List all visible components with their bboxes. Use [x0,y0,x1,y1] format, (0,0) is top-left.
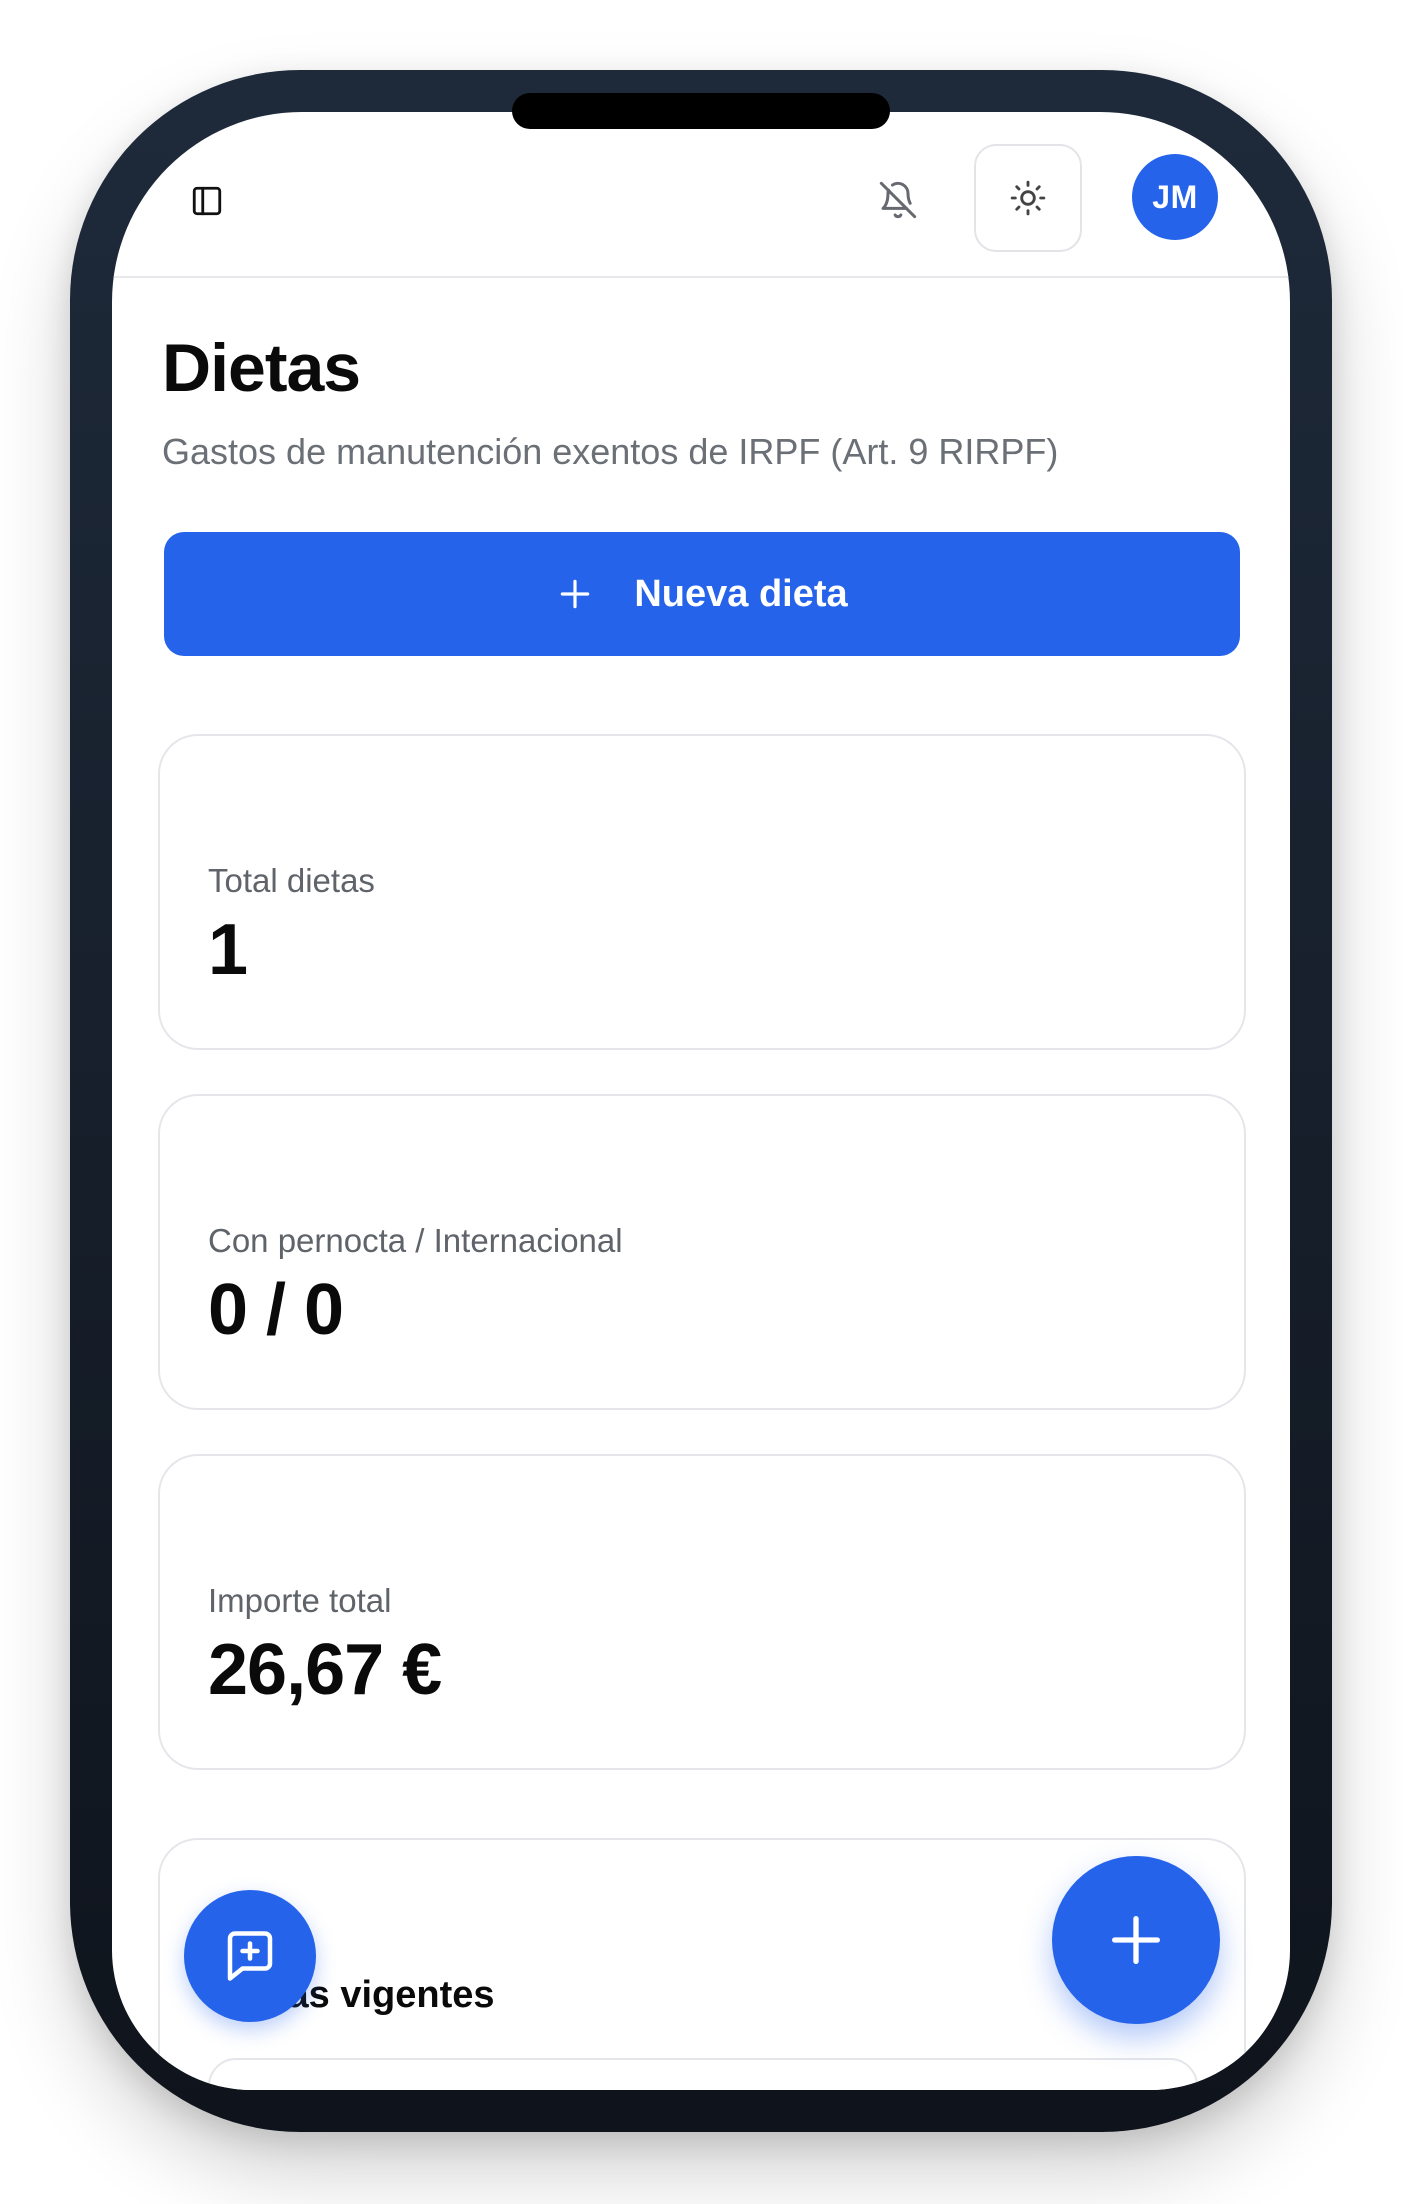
stat-value: 0 / 0 [208,1270,344,1350]
stat-card-importe: Importe total 26,67 € [158,1454,1246,1770]
message-plus-icon [227,1931,273,1981]
sidebar-toggle-icon [192,186,222,216]
phone-notch [512,93,890,129]
feedback-button[interactable] [184,1890,316,2022]
top-bar: JM [112,112,1290,278]
page-subtitle: Gastos de manutención exentos de IRPF (A… [162,431,1059,472]
stat-card-total: Total dietas 1 [158,734,1246,1050]
sidebar-toggle-button[interactable] [182,176,232,226]
app-screen: JM Dietas Gastos de manutención exentos … [112,112,1290,2090]
stat-label: Con pernocta / Internacional [208,1222,623,1259]
notifications-button[interactable] [870,172,926,228]
stat-label: Total dietas [208,862,375,899]
sun-icon [1010,180,1046,216]
new-dieta-label: Nueva dieta [634,572,848,615]
stat-label: Importe total [208,1582,392,1619]
user-avatar[interactable]: JM [1132,154,1218,240]
page-title: Dietas [162,330,361,406]
stat-card-pernocta: Con pernocta / Internacional 0 / 0 [158,1094,1246,1410]
plus-icon [1112,1916,1160,1964]
new-dieta-button[interactable]: Nueva dieta [164,532,1240,656]
stat-value: 1 [208,910,248,990]
theme-toggle-button[interactable] [974,144,1082,252]
plus-icon [561,579,590,609]
stat-value: 26,67 € [208,1630,442,1710]
bell-off-icon [879,181,917,219]
add-fab-button[interactable] [1052,1856,1220,2024]
rates-list [208,2058,1198,2090]
